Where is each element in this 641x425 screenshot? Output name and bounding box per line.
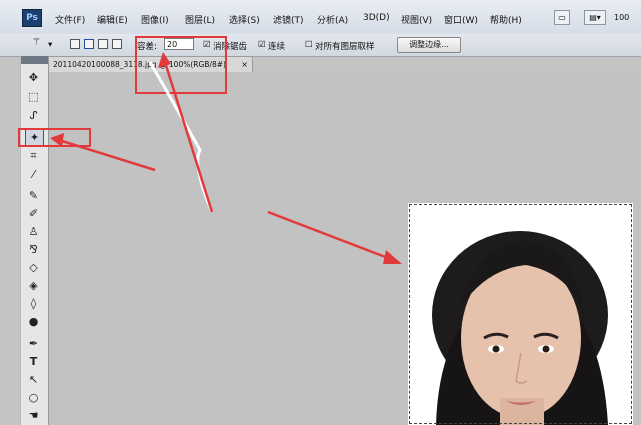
arrow-head-magic-wand: [50, 133, 64, 147]
annotation-arrows: [50, 52, 402, 264]
white-stroke-mark: [148, 61, 214, 213]
arrow-head-image: [383, 250, 402, 264]
arrow-to-magic-wand: [61, 139, 156, 172]
arrow-to-image: [267, 210, 389, 260]
arrow-to-tolerance: [163, 61, 214, 213]
arrow-head-tolerance: [158, 52, 171, 68]
